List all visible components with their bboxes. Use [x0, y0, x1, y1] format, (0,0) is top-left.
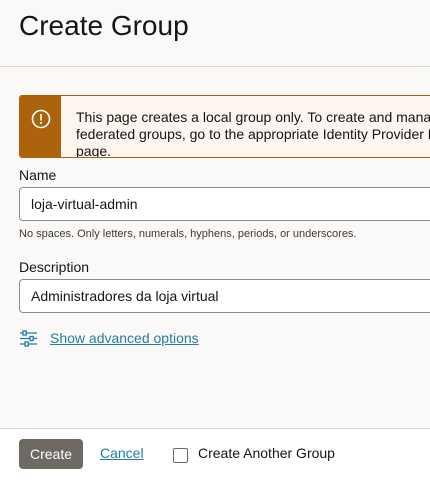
show-advanced-options-link[interactable]: Show advanced options [50, 330, 199, 346]
show-advanced-options[interactable]: Show advanced options [19, 328, 199, 348]
notice-bar [20, 96, 61, 157]
description-label: Description [19, 259, 90, 275]
create-another-checkbox[interactable] [173, 448, 188, 463]
warning-icon [31, 109, 51, 129]
description-input[interactable] [19, 279, 430, 313]
page-title: Create Group [19, 10, 189, 41]
name-input[interactable] [19, 187, 430, 221]
footer-bar: Create Cancel Create Another Group [0, 428, 430, 491]
sliders-icon [20, 329, 37, 347]
page-header: Create Group [0, 0, 430, 67]
name-help-text: No spaces. Only letters, numerals, hyphe… [19, 228, 357, 240]
notice-text: This page creates a local group only. To… [76, 109, 430, 158]
create-button[interactable]: Create [19, 439, 83, 469]
info-notice: This page creates a local group only. To… [19, 95, 430, 158]
create-another-label[interactable]: Create Another Group [198, 445, 335, 461]
name-label: Name [19, 167, 57, 183]
cancel-link[interactable]: Cancel [100, 445, 144, 461]
